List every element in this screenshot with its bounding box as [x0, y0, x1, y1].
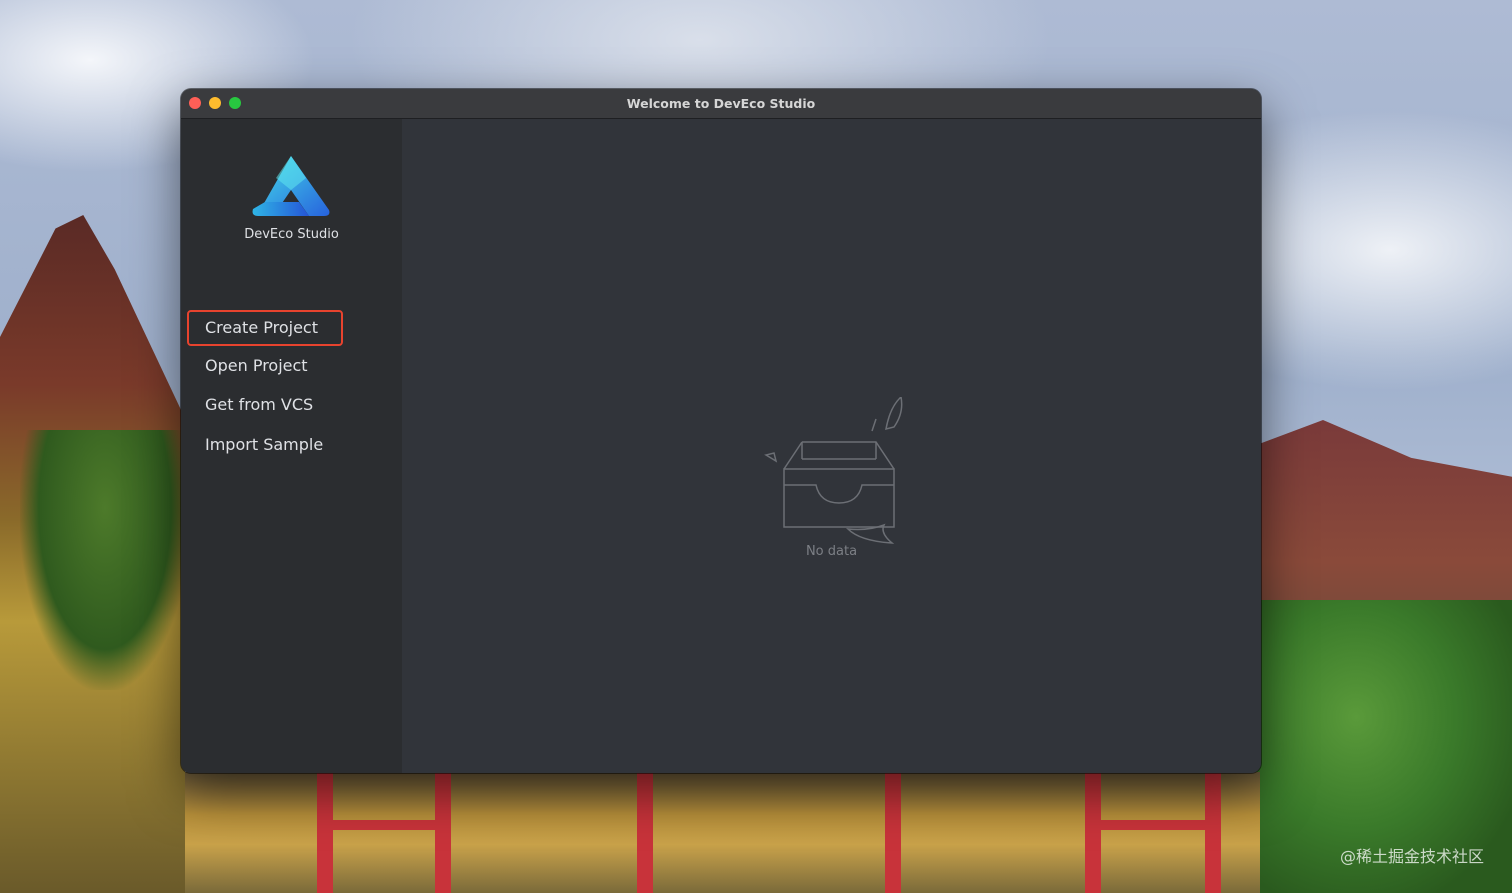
get-from-vcs-button[interactable]: Get from VCS: [187, 387, 343, 423]
deveco-logo: [252, 156, 330, 216]
create-project-button[interactable]: Create Project: [187, 310, 343, 346]
window-title: Welcome to DevEco Studio: [626, 96, 816, 111]
palm-tree: [20, 430, 190, 690]
nav-label: Get from VCS: [205, 395, 314, 414]
welcome-window: Welcome to DevEco Studio DevEco Studio C…: [181, 89, 1261, 773]
empty-state-text: No data: [805, 544, 858, 559]
watermark: @稀土掘金技术社区: [1339, 847, 1484, 866]
brand-name: DevEco Studio: [244, 227, 339, 242]
empty-inbox-icon: [764, 397, 903, 544]
temple-gate: [185, 772, 1260, 893]
nav-label: Create Project: [205, 318, 318, 337]
recent-projects-panel: No data: [402, 119, 1261, 773]
title-bar[interactable]: Welcome to DevEco Studio: [181, 89, 1261, 119]
sidebar: DevEco Studio Create Project Open Projec…: [181, 119, 402, 773]
nav-label: Open Project: [205, 356, 308, 375]
nav-label: Import Sample: [205, 435, 324, 454]
import-sample-button[interactable]: Import Sample: [187, 427, 343, 463]
open-project-button[interactable]: Open Project: [187, 348, 343, 384]
